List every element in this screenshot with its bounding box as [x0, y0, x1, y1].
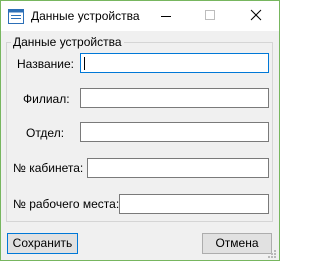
- workplace-number-label: № рабочего места:: [13, 197, 120, 211]
- branch-label: Филиал:: [23, 92, 70, 106]
- name-label: Название:: [17, 57, 74, 71]
- save-button[interactable]: Сохранить: [7, 233, 78, 254]
- department-field[interactable]: [80, 122, 269, 142]
- text-caret: [84, 57, 85, 70]
- dialog-window: Данные устройства Данные устройства Назв…: [0, 0, 280, 261]
- workplace-number-field[interactable]: [119, 194, 269, 214]
- groupbox-title: Данные устройства: [11, 35, 124, 49]
- office-number-field[interactable]: [87, 158, 269, 178]
- resize-grip-icon[interactable]: [266, 247, 276, 258]
- department-label: Отдел:: [26, 126, 65, 140]
- form-icon: [8, 9, 24, 24]
- maximize-icon: [205, 10, 215, 20]
- cancel-button[interactable]: Отмена: [202, 233, 272, 254]
- office-number-label: № кабинета:: [13, 161, 84, 175]
- name-field[interactable]: [80, 53, 269, 73]
- window-title: Данные устройства: [31, 9, 140, 23]
- branch-field[interactable]: [80, 88, 269, 108]
- close-icon[interactable]: [248, 7, 264, 23]
- title-bar[interactable]: Данные устройства: [1, 1, 279, 31]
- minimize-icon[interactable]: [161, 16, 171, 17]
